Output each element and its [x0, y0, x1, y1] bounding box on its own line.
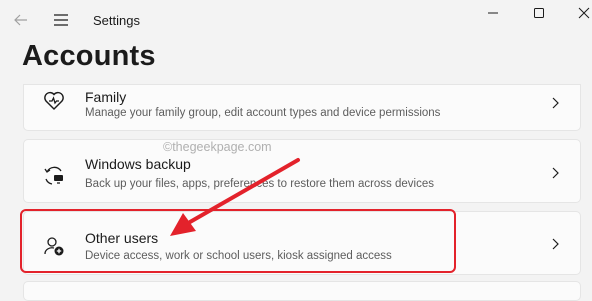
family-heart-icon: [44, 91, 64, 110]
chevron-right-icon: [552, 238, 559, 250]
app-title: Settings: [93, 13, 140, 28]
maximize-icon[interactable]: [530, 4, 548, 22]
title-bar: Settings: [0, 0, 592, 44]
windows-backup-description: Back up your files, apps, preferences to…: [85, 178, 434, 190]
family-title: Family: [85, 89, 127, 105]
minimize-icon[interactable]: [484, 4, 502, 22]
close-icon[interactable]: [575, 4, 592, 22]
family-card[interactable]: Family Manage your family group, edit ac…: [23, 84, 581, 131]
back-arrow-icon[interactable]: [11, 10, 31, 30]
family-description: Manage your family group, edit account t…: [85, 107, 441, 119]
windows-backup-card[interactable]: Windows backup Back up your files, apps,…: [23, 139, 581, 203]
watermark: ©thegeekpage.com: [163, 140, 272, 154]
highlight-box: [20, 209, 456, 273]
next-settings-card[interactable]: [23, 281, 581, 301]
backup-icon: [44, 166, 63, 185]
windows-backup-title: Windows backup: [85, 156, 191, 172]
page-title: Accounts: [22, 40, 156, 72]
chevron-right-icon: [552, 167, 559, 179]
hamburger-menu-icon[interactable]: [52, 11, 70, 29]
chevron-right-icon: [552, 97, 559, 109]
